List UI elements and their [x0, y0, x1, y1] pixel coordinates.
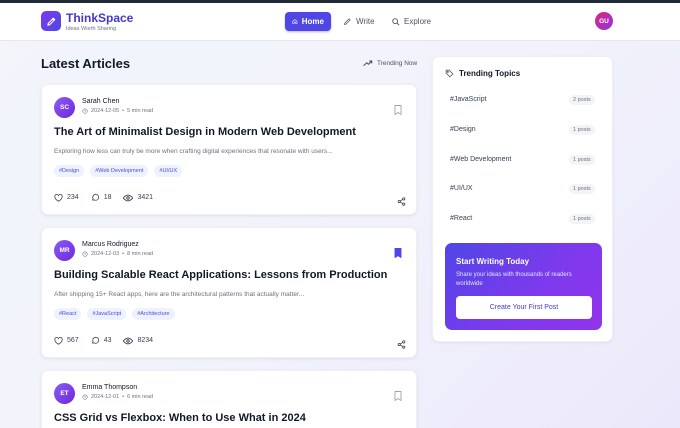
trending-topics-panel: Trending Topics #JavaScript 2 posts #Des… — [432, 56, 613, 342]
comment-count: 18 — [103, 194, 112, 201]
read-time: 6 min read — [127, 394, 154, 400]
page-title: Latest Articles — [41, 56, 131, 71]
home-icon — [292, 19, 298, 24]
views-stat: 8234 — [123, 336, 153, 345]
author-avatar[interactable]: ET — [54, 383, 75, 404]
topic-count: 2 posts — [569, 95, 595, 105]
pen-icon — [344, 18, 351, 25]
topic-item[interactable]: #Web Development — [450, 156, 511, 163]
view-count: 8234 — [137, 337, 154, 344]
author-name[interactable]: Sarah Chen — [82, 98, 119, 105]
share-icon[interactable] — [397, 193, 406, 211]
trending-up-icon — [363, 60, 373, 67]
article-date: 2024-12-03 — [91, 251, 120, 257]
eye-icon — [123, 337, 134, 344]
like-button[interactable]: 567 — [54, 336, 79, 345]
nav-write-button[interactable]: Write — [336, 12, 382, 31]
article-card[interactable]: SC Sarah Chen 2024-12-05 • 5 min read Th… — [41, 84, 417, 215]
article-stats: 567 43 8234 — [54, 336, 153, 345]
article-card[interactable]: ET Emma Thompson 2024-12-01 • 6 min read… — [41, 370, 417, 428]
article-card[interactable]: MR Marcus Rodriguez 2024-12-03 • 8 min r… — [41, 227, 417, 358]
pen-logo-icon[interactable] — [41, 11, 61, 31]
article-date: 2024-12-01 — [91, 394, 120, 400]
topic-item[interactable]: #JavaScript — [450, 96, 487, 103]
author-name[interactable]: Marcus Rodriguez — [82, 241, 139, 248]
nav-explore-button[interactable]: Explore — [384, 12, 438, 31]
meta-separator: • — [122, 394, 125, 400]
brand-tagline: Ideas Worth Sharing — [66, 26, 117, 32]
article-meta: 2024-12-01 • 6 min read — [82, 394, 153, 400]
topic-count: 1 posts — [569, 214, 595, 224]
clock-icon — [82, 394, 88, 400]
comment-icon — [91, 336, 99, 344]
article-meta: 2024-12-05 • 5 min read — [82, 108, 153, 114]
trending-now-label: Trending Now — [377, 60, 418, 67]
like-count: 234 — [67, 194, 79, 201]
article-title[interactable]: The Art of Minimalist Design in Modern W… — [54, 126, 356, 138]
topic-count: 1 posts — [569, 155, 595, 165]
nav-write-label: Write — [356, 17, 375, 26]
brand-title[interactable]: ThinkSpace — [66, 11, 133, 25]
tag-chip[interactable]: #UI/UX — [154, 165, 183, 177]
trending-topics-heading: Trending Topics — [445, 69, 520, 78]
nav-home-label: Home — [301, 17, 324, 26]
topic-count: 1 posts — [569, 125, 595, 135]
author-name[interactable]: Emma Thompson — [82, 384, 137, 391]
views-stat: 3421 — [123, 193, 153, 202]
article-tags: #React #JavaScript #Architecture — [54, 308, 175, 320]
author-avatar[interactable]: MR — [54, 240, 75, 261]
article-excerpt: After shipping 15+ React apps, here are … — [54, 291, 305, 298]
clock-icon — [82, 251, 88, 257]
read-time: 8 min read — [127, 251, 154, 257]
eye-icon — [123, 194, 134, 201]
article-stats: 234 18 3421 — [54, 193, 153, 202]
meta-separator: • — [122, 108, 125, 114]
top-navbar: ThinkSpace Ideas Worth Sharing Home Writ… — [0, 3, 680, 41]
author-avatar[interactable]: SC — [54, 97, 75, 118]
meta-separator: • — [122, 251, 125, 257]
search-icon — [392, 18, 400, 26]
tag-chip[interactable]: #Design — [54, 165, 85, 177]
article-date: 2024-12-05 — [91, 108, 120, 114]
bookmark-icon[interactable] — [394, 102, 402, 120]
tag-chip[interactable]: #Architecture — [132, 308, 175, 320]
comment-count: 43 — [103, 337, 112, 344]
article-title[interactable]: Building Scalable React Applications: Le… — [54, 269, 387, 281]
cta-description: Share your ideas with thousands of reade… — [456, 272, 572, 287]
tag-icon — [445, 69, 454, 78]
bookmark-icon[interactable] — [394, 388, 402, 406]
comment-icon — [91, 193, 99, 201]
start-writing-card: Start Writing Today Share your ideas wit… — [445, 243, 602, 330]
topic-item[interactable]: #Design — [450, 126, 476, 133]
view-count: 3421 — [137, 194, 154, 201]
topic-item[interactable]: #UI/UX — [450, 185, 473, 192]
article-title[interactable]: CSS Grid vs Flexbox: When to Use What in… — [54, 412, 306, 424]
bookmark-filled-icon[interactable] — [394, 245, 402, 263]
cta-title: Start Writing Today — [456, 257, 530, 266]
heart-icon — [54, 336, 63, 345]
nav-home-button[interactable]: Home — [285, 12, 331, 31]
nav-explore-label: Explore — [404, 17, 432, 26]
like-button[interactable]: 234 — [54, 193, 79, 202]
heart-icon — [54, 193, 63, 202]
share-icon[interactable] — [397, 336, 406, 354]
article-tags: #Design #Web Development #UI/UX — [54, 165, 183, 177]
article-meta: 2024-12-03 • 8 min read — [82, 251, 153, 257]
read-time: 5 min read — [127, 108, 154, 114]
tag-chip[interactable]: #JavaScript — [87, 308, 127, 320]
tag-chip[interactable]: #React — [54, 308, 82, 320]
clock-icon — [82, 108, 88, 114]
topic-count: 1 posts — [569, 184, 595, 194]
trending-now-link[interactable]: Trending Now — [363, 60, 417, 67]
create-first-post-button[interactable]: Create Your First Post — [456, 296, 592, 319]
trending-topics-title: Trending Topics — [459, 69, 521, 78]
comment-button[interactable]: 18 — [91, 193, 112, 202]
like-count: 567 — [67, 337, 79, 344]
user-avatar[interactable]: GU — [595, 12, 613, 30]
topic-item[interactable]: #React — [450, 215, 472, 222]
article-excerpt: Exploring how less can truly be more whe… — [54, 148, 333, 155]
comment-button[interactable]: 43 — [91, 336, 112, 345]
tag-chip[interactable]: #Web Development — [90, 165, 149, 177]
